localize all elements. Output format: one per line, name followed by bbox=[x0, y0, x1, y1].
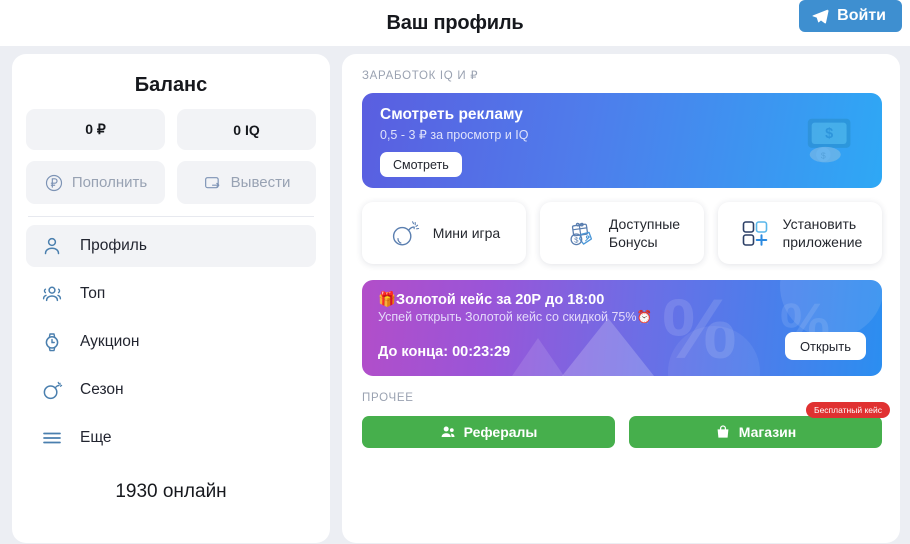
mini-game-card[interactable]: Мини игра bbox=[362, 202, 526, 264]
watch-ads-button[interactable]: Смотреть bbox=[380, 152, 462, 177]
svg-text:$: $ bbox=[574, 236, 579, 245]
install-app-label-line2: приложение bbox=[782, 234, 863, 250]
withdraw-label: Вывести bbox=[230, 174, 291, 191]
bonuses-label-line2: Бонусы bbox=[608, 234, 658, 250]
sidebar-item-top[interactable]: Топ bbox=[26, 273, 316, 315]
other-buttons-row: Рефералы Магазин Бесплатный кейс bbox=[362, 402, 890, 448]
open-case-button[interactable]: Открыть bbox=[784, 332, 866, 360]
ad-subtitle: 0,5 - 3 ₽ за просмотр и IQ bbox=[380, 128, 529, 142]
login-button[interactable]: Войти bbox=[799, 0, 902, 32]
case-title: 🎁Золотой кейс за 20Р до 18:00 bbox=[378, 292, 605, 308]
page-title: Ваш профиль bbox=[386, 11, 524, 34]
sidebar-item-label: Профиль bbox=[80, 237, 147, 254]
other-section-label: ПРОЧЕЕ bbox=[362, 392, 414, 404]
sidebar-item-label: Сезон bbox=[80, 381, 124, 398]
sidebar-divider bbox=[28, 216, 314, 217]
login-button-label: Войти bbox=[837, 7, 886, 24]
free-case-badge: Бесплатный кейс bbox=[805, 402, 890, 418]
sidebar-item-label: Еще bbox=[80, 429, 112, 446]
app-header: Ваш профиль Войти bbox=[0, 0, 910, 46]
golden-case-banner[interactable]: % % 🎁Золотой кейс за 20Р до 18:00 Успей … bbox=[362, 280, 882, 376]
case-subtitle: Успей открыть Золотой кейс со скидкой 75… bbox=[378, 310, 653, 324]
svg-text:$: $ bbox=[825, 126, 833, 142]
balance-values-row: 0 ₽ 0 IQ bbox=[26, 109, 316, 150]
app-install-icon bbox=[742, 221, 767, 246]
shop-button[interactable]: Магазин Бесплатный кейс bbox=[629, 402, 890, 448]
referrals-icon bbox=[441, 426, 455, 437]
shop-bag-icon bbox=[717, 425, 729, 438]
ruble-circle-icon bbox=[45, 174, 62, 191]
install-app-card[interactable]: Установить приложение bbox=[718, 202, 882, 264]
bonuses-label: Доступные Бонусы bbox=[609, 215, 680, 252]
shop-label: Магазин bbox=[738, 424, 797, 440]
watch-clock-icon bbox=[45, 333, 59, 352]
referrals-button[interactable]: Рефералы bbox=[362, 416, 615, 448]
sidebar-item-label: Топ bbox=[80, 285, 106, 302]
deposit-label: Пополнить bbox=[71, 174, 148, 191]
gift-discount-icon: $ bbox=[570, 222, 592, 246]
balance-iq: 0 IQ bbox=[177, 109, 316, 150]
mini-game-label: Мини игра bbox=[432, 224, 501, 241]
bomb-icon bbox=[43, 381, 63, 400]
page-body: Баланс 0 ₽ 0 IQ Пополнить Вывести Профил… bbox=[0, 46, 910, 544]
install-app-label-line1: Установить bbox=[782, 215, 857, 232]
quick-cards-row: Мини игра $ Доступные Бонусы Установить … bbox=[362, 202, 882, 264]
hamburger-menu-icon bbox=[43, 432, 61, 444]
balance-actions-row: Пополнить Вывести bbox=[26, 161, 316, 204]
deposit-button[interactable]: Пополнить bbox=[26, 161, 165, 204]
online-count: 1930 онлайн bbox=[115, 481, 227, 502]
bonuses-label-line1: Доступные bbox=[608, 215, 681, 232]
users-group-icon bbox=[42, 286, 62, 302]
sidebar-item-profile[interactable]: Профиль bbox=[26, 225, 316, 267]
sidebar: Баланс 0 ₽ 0 IQ Пополнить Вывести Профил… bbox=[12, 54, 330, 543]
bomb-icon bbox=[392, 221, 419, 246]
user-icon bbox=[44, 237, 60, 255]
withdraw-button[interactable]: Вывести bbox=[177, 161, 316, 204]
bonuses-card[interactable]: $ Доступные Бонусы bbox=[540, 202, 704, 264]
svg-text:$: $ bbox=[821, 150, 826, 160]
sidebar-item-more[interactable]: Еще bbox=[26, 417, 316, 459]
install-app-label: Установить приложение bbox=[783, 215, 863, 252]
telegram-plane-icon bbox=[812, 9, 829, 23]
balance-title: Баланс bbox=[134, 74, 208, 96]
watch-ads-banner[interactable]: $ $ Смотреть рекламу 0,5 - 3 ₽ за просмо… bbox=[362, 93, 882, 188]
money-cash-icon: $ $ bbox=[807, 118, 851, 163]
sidebar-item-auction[interactable]: Аукцион bbox=[26, 321, 316, 363]
main-panel: ЗАРАБОТОК IQ И ₽ $ $ Смотреть рекламу 0,… bbox=[342, 54, 900, 543]
sidebar-item-label: Аукцион bbox=[80, 333, 140, 350]
balance-rub: 0 ₽ bbox=[26, 109, 165, 150]
referrals-label: Рефералы bbox=[463, 424, 538, 440]
earn-section-label: ЗАРАБОТОК IQ И ₽ bbox=[362, 70, 479, 82]
ad-title: Смотреть рекламу bbox=[380, 106, 523, 123]
wallet-withdraw-icon bbox=[204, 176, 220, 188]
sidebar-item-season[interactable]: Сезон bbox=[26, 369, 316, 411]
